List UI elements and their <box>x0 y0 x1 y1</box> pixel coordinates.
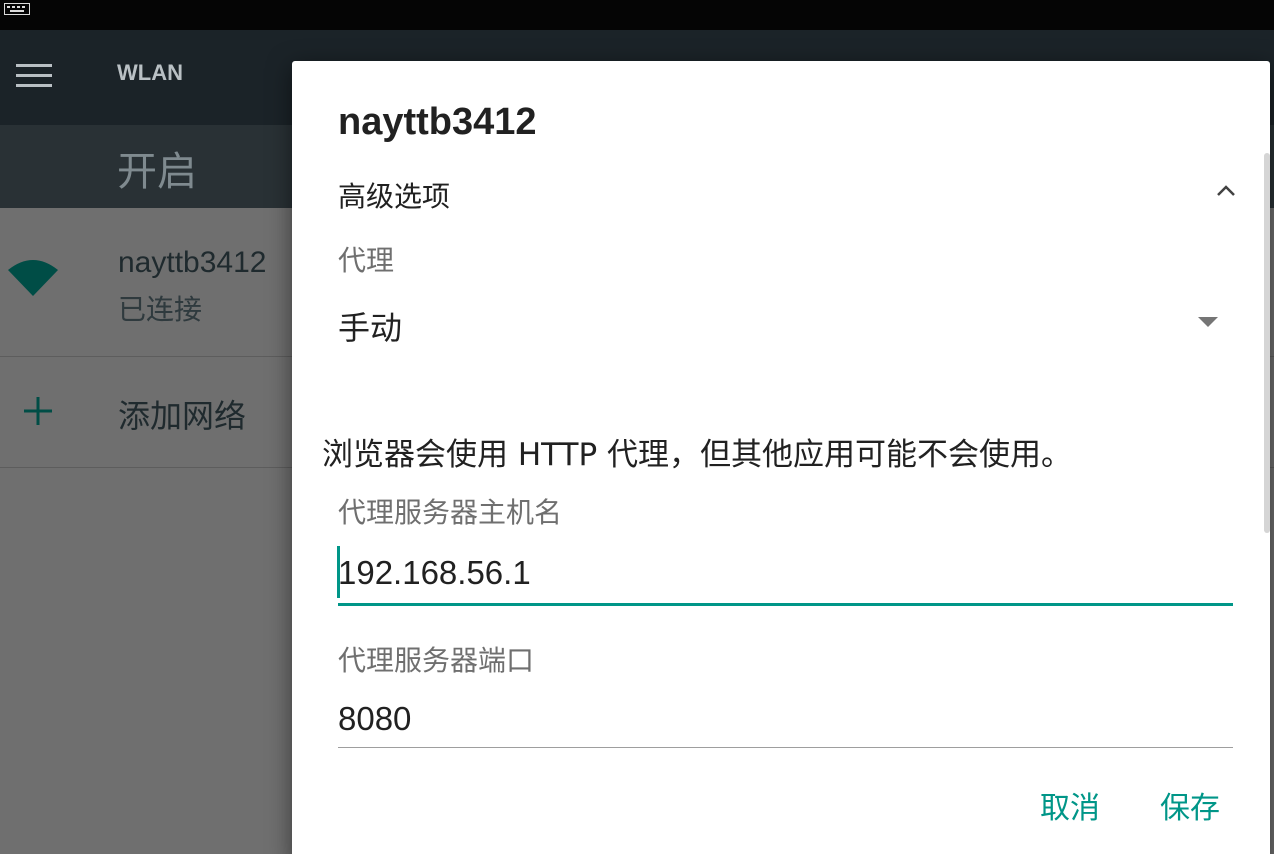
plus-icon <box>24 397 52 425</box>
cancel-button[interactable]: 取消 <box>1032 777 1108 833</box>
status-bar <box>0 0 1274 30</box>
network-status: 已连接 <box>118 293 203 326</box>
text-cursor <box>337 546 340 598</box>
save-button[interactable]: 保存 <box>1152 777 1228 833</box>
proxy-dropdown[interactable]: 手动 <box>338 297 1218 353</box>
proxy-warning: 浏览器会使用 HTTP 代理，但其他应用可能不会使用。 <box>322 437 1073 473</box>
wifi-icon <box>8 260 58 296</box>
advanced-options-toggle[interactable]: 高级选项 <box>338 171 1238 215</box>
switch-label: 开启 <box>117 149 197 195</box>
proxy-port-label: 代理服务器端口 <box>338 644 535 677</box>
dialog-scrollbar[interactable] <box>1264 153 1270 533</box>
page-title: WLAN <box>117 60 183 85</box>
network-dialog: nayttb3412 高级选项 代理 手动 浏览器会使用 HTTP 代理，但其他… <box>292 61 1270 854</box>
proxy-label: 代理 <box>338 244 395 277</box>
keyboard-icon <box>4 3 30 15</box>
dialog-title: nayttb3412 <box>338 101 537 143</box>
proxy-host-input[interactable] <box>338 543 1233 606</box>
proxy-host-label: 代理服务器主机名 <box>338 496 563 529</box>
menu-icon[interactable] <box>16 64 52 88</box>
chevron-up-icon <box>1217 185 1235 196</box>
advanced-options-label: 高级选项 <box>338 180 451 213</box>
network-name: nayttb3412 <box>118 246 267 279</box>
screen: WLAN 开启 nayttb3412 已连接 添加网络 nayttb3412 高… <box>0 0 1274 854</box>
dropdown-arrow-icon <box>1198 317 1218 327</box>
proxy-port-input[interactable] <box>338 691 1233 748</box>
add-network-label: 添加网络 <box>118 397 247 435</box>
proxy-selected-value: 手动 <box>338 309 403 347</box>
